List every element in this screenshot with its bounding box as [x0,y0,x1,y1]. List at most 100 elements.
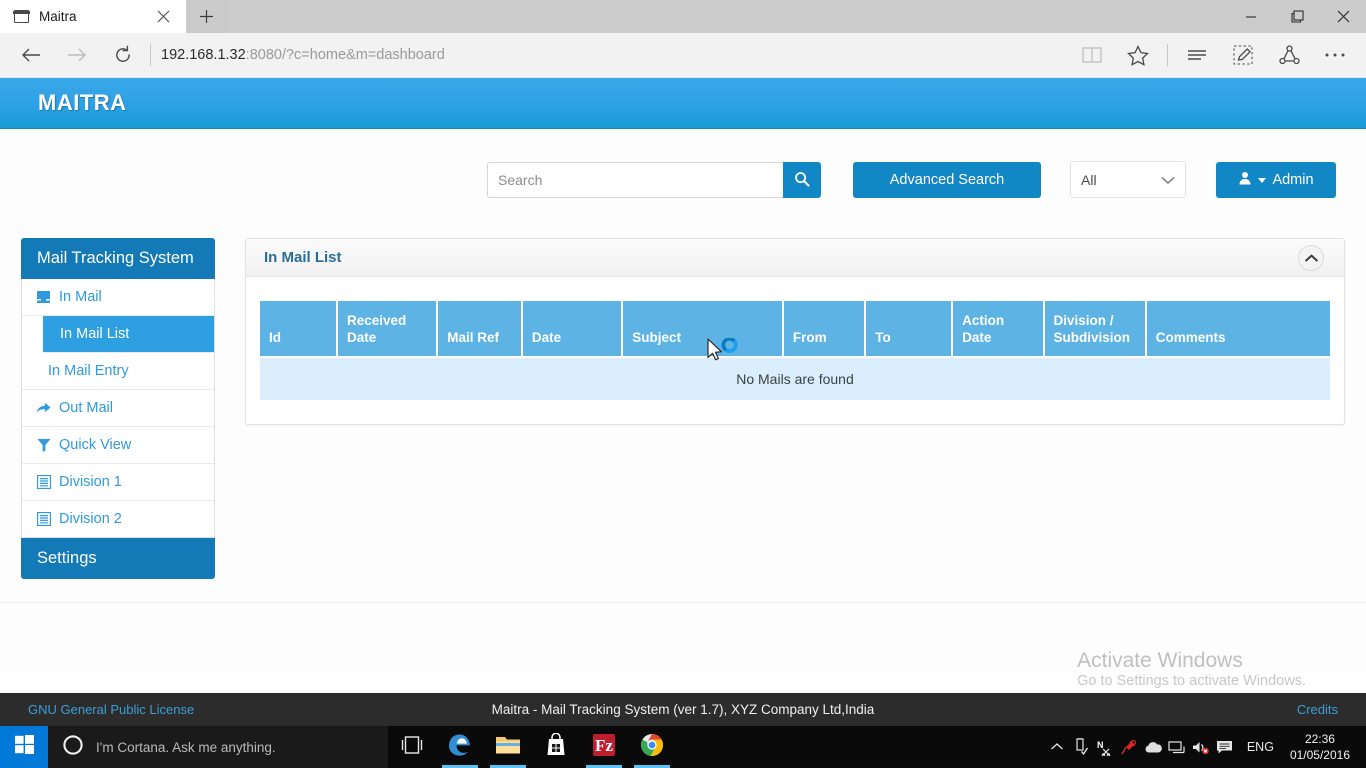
cortana-circle-icon [62,734,84,761]
edge-icon [447,732,473,763]
sidebar-item-in-mail-list[interactable]: In Mail List [43,316,214,353]
filter-icon [36,438,51,453]
onenote-clipper-icon[interactable]: N [1093,726,1117,768]
sidebar-title: Mail Tracking System [21,238,215,279]
network-icon[interactable] [1165,726,1189,768]
column-header-received-date[interactable]: Received Date [337,301,437,356]
search-input[interactable] [487,162,783,198]
share-icon[interactable] [1266,35,1312,75]
advanced-search-button[interactable]: Advanced Search [853,162,1041,198]
taskbar-app-store[interactable] [532,726,580,768]
window-close-icon[interactable] [1320,0,1366,33]
task-view-icon [400,735,424,759]
language-indicator[interactable]: ENG [1237,740,1284,754]
taskbar-app-file-explorer[interactable] [484,726,532,768]
browser-tabstrip: Maitra [0,0,1366,33]
sidebar-item-label: Division 2 [59,511,122,527]
column-header-action-date[interactable]: Action Date [953,301,1043,356]
clock-time: 22:36 [1304,731,1335,746]
new-tab-button[interactable] [186,0,226,33]
page-title: In Mail List [264,249,342,266]
maximize-icon[interactable] [1274,0,1320,33]
star-icon[interactable] [1115,35,1161,75]
list-icon [36,512,51,527]
panel-body: Id Received Date Mail Ref Date Subject F… [246,277,1344,424]
start-button[interactable] [0,726,48,768]
refresh-icon[interactable] [100,35,146,75]
sidebar-item-out-mail[interactable]: Out Mail [22,390,214,427]
onedrive-icon[interactable] [1141,726,1165,768]
taskbar-app-edge[interactable] [436,726,484,768]
table-empty-row: No Mails are found [260,356,1330,400]
column-header-mail-ref[interactable]: Mail Ref [438,301,521,356]
browser-navbar: 192.168.1.32:8080/?c=home&m=dashboard [0,33,1366,78]
caret-down-icon [1258,177,1267,183]
sidebar-item-division-2[interactable]: Division 2 [22,501,214,537]
volume-muted-icon[interactable] [1189,726,1213,768]
panel-header: In Mail List [246,239,1344,277]
scope-select-value: All [1081,171,1097,188]
table-body: No Mails are found [260,356,1330,400]
user-icon [1238,171,1252,189]
watermark-subtitle: Go to Settings to activate Windows. [1077,673,1306,690]
taskbar-app-chrome[interactable] [628,726,676,768]
empty-state-message: No Mails are found [260,356,1330,400]
window-controls [1228,0,1366,33]
task-view-button[interactable] [388,726,436,768]
more-icon[interactable] [1312,35,1358,75]
scope-select[interactable]: All [1070,161,1186,198]
column-header-subject[interactable]: Subject [623,301,782,356]
content-divider [0,602,1366,603]
action-center-icon[interactable] [1213,726,1237,768]
collapse-panel-button[interactable] [1298,245,1324,271]
credits-link[interactable]: Credits [1297,702,1338,717]
navbar-divider [1167,44,1168,66]
footer-product-info: Maitra - Mail Tracking System (ver 1.7),… [491,702,875,717]
red-pin-icon[interactable] [1117,726,1141,768]
column-header-from[interactable]: From [783,301,865,356]
in-mail-list-panel: In Mail List Id Received Date Mail Ref D… [245,238,1345,425]
chevron-down-icon [1161,172,1175,188]
column-header-comments[interactable]: Comments [1146,301,1330,356]
usb-eject-icon[interactable] [1069,726,1093,768]
sidebar-item-in-mail[interactable]: In Mail [22,279,214,316]
mail-table: Id Received Date Mail Ref Date Subject F… [258,301,1332,400]
sidebar-item-label: Quick View [59,437,132,453]
column-header-date[interactable]: Date [522,301,622,356]
sidebar-item-in-mail-entry[interactable]: In Mail Entry [22,353,214,390]
minimize-icon[interactable] [1228,0,1274,33]
user-menu-button[interactable]: Admin [1216,162,1336,198]
sidebar-item-label: In Mail List [60,326,130,342]
hub-icon[interactable] [1174,35,1220,75]
forward-arrow-icon[interactable] [54,35,100,75]
share-arrow-icon [36,401,51,416]
column-header-to[interactable]: To [866,301,952,356]
search-button[interactable] [783,162,821,198]
sidebar-item-division-1[interactable]: Division 1 [22,464,214,501]
sidebar-menu: In Mail In Mail List In Mail Entry Out M… [21,279,215,538]
sidebar-item-label: In Mail Entry [48,363,129,379]
filezilla-icon: Fz [592,733,616,762]
web-page: MAITRA Advanced Search All Admin Mail Tr… [0,78,1366,673]
column-header-division-subdivision[interactable]: Division / Subdivision [1044,301,1145,356]
column-header-id[interactable]: Id [260,301,336,356]
navbar-actions [1069,35,1358,75]
svg-text:Fz: Fz [595,736,613,755]
close-icon[interactable] [150,4,176,30]
url-host: 192.168.1.32 [161,47,246,63]
browser-tab[interactable]: Maitra [0,0,186,33]
web-note-icon[interactable] [1220,35,1266,75]
sidebar-item-label: In Mail [59,289,102,305]
show-hidden-icons-icon[interactable] [1045,726,1069,768]
clock[interactable]: 22:36 01/05/2016 [1284,731,1362,763]
sidebar-item-quick-view[interactable]: Quick View [22,427,214,464]
book-icon[interactable] [1069,35,1115,75]
cortana-search-box[interactable]: I'm Cortana. Ask me anything. [48,726,388,768]
clock-date: 01/05/2016 [1289,748,1350,762]
page-footer: GNU General Public License Maitra - Mail… [0,693,1366,726]
back-arrow-icon[interactable] [8,35,54,75]
address-bar[interactable]: 192.168.1.32:8080/?c=home&m=dashboard [161,35,1069,75]
sidebar-item-settings[interactable]: Settings [21,538,215,579]
page-icon [13,10,30,23]
taskbar-app-filezilla[interactable]: Fz [580,726,628,768]
